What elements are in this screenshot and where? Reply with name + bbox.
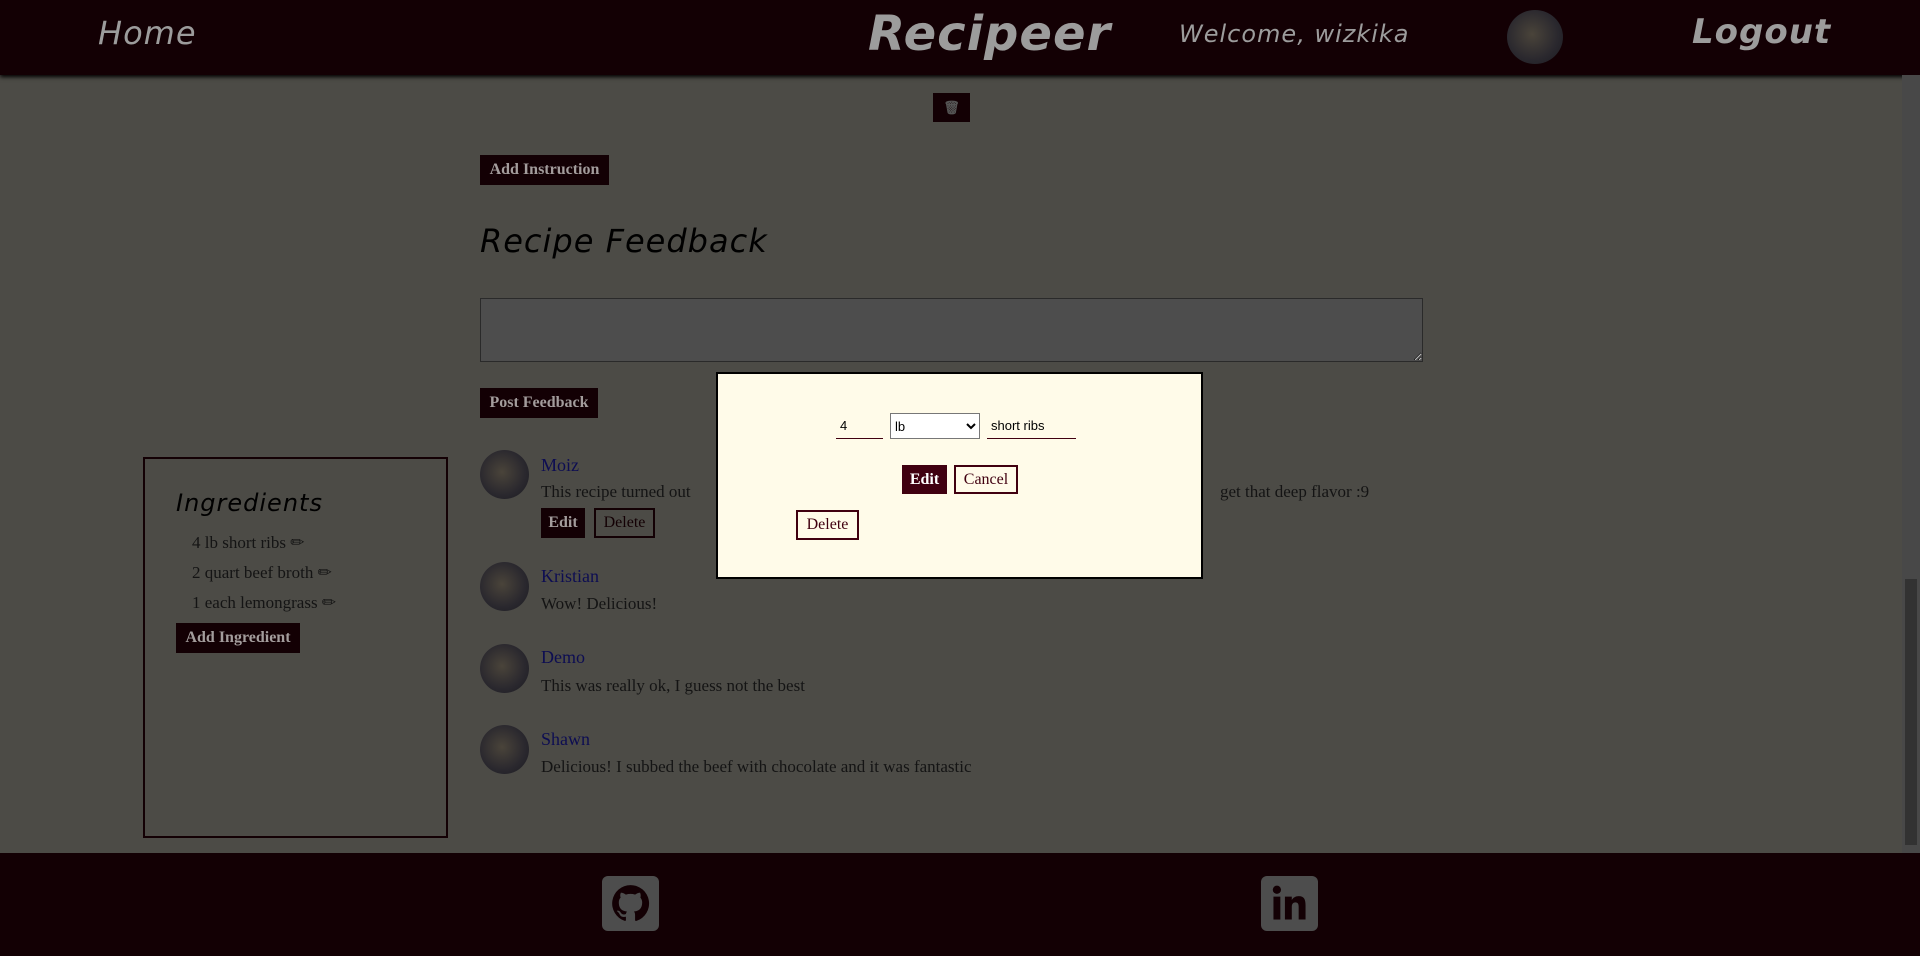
home-link[interactable]: Home — [98, 14, 197, 52]
post-feedback-button[interactable]: Post Feedback — [480, 388, 598, 418]
comment-text: This recipe turned out — [541, 482, 691, 501]
add-instruction-button[interactable]: Add Instruction — [480, 155, 609, 185]
comment-author[interactable]: Demo — [541, 647, 585, 668]
comment-delete-button[interactable]: Delete — [594, 508, 655, 538]
comment-text: This was really ok, I guess not the best — [541, 676, 805, 695]
scrollbar-thumb[interactable] — [1905, 579, 1917, 845]
ingredient-name-input[interactable] — [987, 413, 1076, 439]
ingredients-title: Ingredients — [176, 489, 323, 517]
pencil-icon[interactable]: ✏ — [322, 593, 336, 612]
feedback-input[interactable] — [480, 298, 1423, 362]
unit-select[interactable]: lb — [890, 413, 980, 439]
comment-edit-button[interactable]: Edit — [541, 508, 585, 538]
comment-text: Delicious! I subbed the beef with chocol… — [541, 757, 972, 776]
ingredient-item: 4 lb short ribs ✏ — [192, 533, 304, 553]
delete-instruction-button[interactable]: 🗑 — [933, 93, 970, 122]
user-avatar[interactable] — [1507, 10, 1563, 64]
avatar — [480, 450, 529, 499]
github-icon[interactable] — [602, 876, 659, 931]
comment-author[interactable]: Moiz — [541, 455, 579, 476]
comment-text-end: get that deep flavor :9 — [1220, 482, 1370, 501]
edit-ingredient-modal: lb Edit Cancel Delete — [716, 372, 1203, 579]
pencil-icon[interactable]: ✏ — [318, 563, 332, 582]
avatar — [480, 725, 529, 774]
ingredient-label: 1 each lemongrass — [192, 593, 318, 612]
header: Home Recipeer Welcome, wizkika Logout — [0, 0, 1920, 75]
comment-text: Wow! Delicious! — [541, 594, 658, 613]
ingredient-label: 4 lb short ribs — [192, 533, 286, 552]
linkedin-icon[interactable] — [1261, 876, 1318, 931]
trash-icon: 🗑 — [943, 99, 960, 115]
avatar — [480, 644, 529, 693]
pencil-icon[interactable]: ✏ — [290, 533, 304, 552]
avatar — [480, 562, 529, 611]
scrollbar[interactable] — [1902, 75, 1920, 853]
comment-author[interactable]: Shawn — [541, 729, 590, 750]
modal-edit-button[interactable]: Edit — [902, 465, 947, 494]
quantity-input[interactable] — [836, 413, 883, 439]
footer — [0, 853, 1920, 956]
logout-link[interactable]: Logout — [1692, 12, 1831, 52]
ingredient-label: 2 quart beef broth — [192, 563, 314, 582]
welcome-text: Welcome, wizkika — [1179, 20, 1410, 48]
feedback-title: Recipe Feedback — [480, 222, 768, 260]
add-ingredient-button[interactable]: Add Ingredient — [176, 623, 300, 653]
ingredients-panel: Ingredients 4 lb short ribs ✏ 2 quart be… — [143, 457, 448, 838]
modal-delete-button[interactable]: Delete — [796, 510, 859, 540]
comment-author[interactable]: Kristian — [541, 566, 599, 587]
ingredient-item: 2 quart beef broth ✏ — [192, 563, 332, 583]
brand-logo[interactable]: Recipeer — [868, 6, 1111, 62]
modal-cancel-button[interactable]: Cancel — [954, 465, 1018, 494]
ingredient-item: 1 each lemongrass ✏ — [192, 593, 336, 613]
